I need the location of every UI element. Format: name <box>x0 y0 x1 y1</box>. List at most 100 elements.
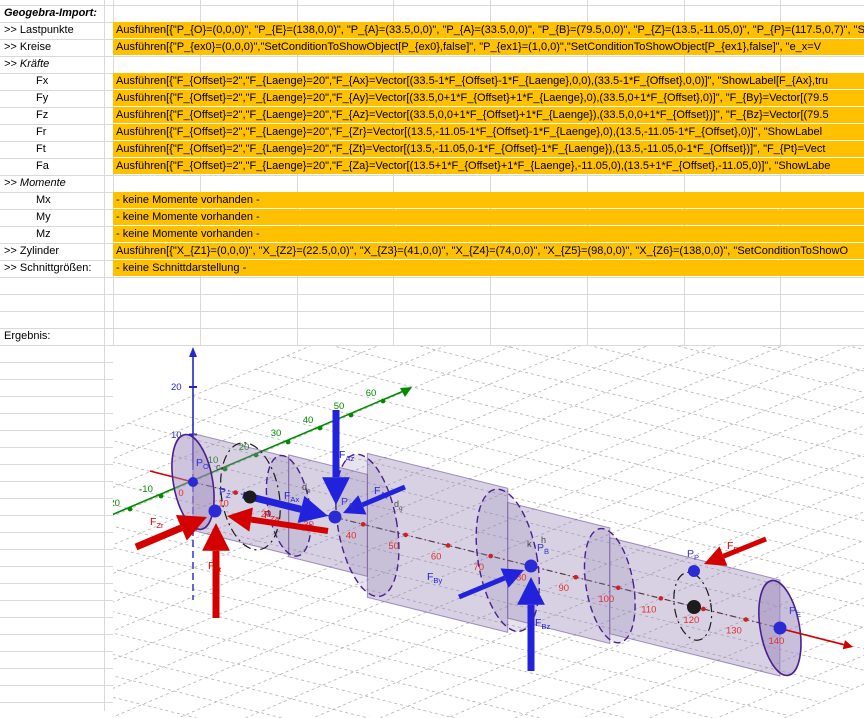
y-axis-tick <box>381 399 386 404</box>
y-axis-tick-label: -20 <box>113 498 120 509</box>
y-axis-tick <box>159 494 164 499</box>
row-value-9[interactable]: Ausführen[{"F_{Offset}=2","F_{Laenge}=20… <box>113 158 864 174</box>
z-axis-tick-label: 20 <box>171 382 182 393</box>
point-P_Z <box>209 505 222 518</box>
y-axis-tick-label: -10 <box>139 484 153 495</box>
row-gridline <box>0 515 113 516</box>
y-axis-tick <box>286 440 291 445</box>
row-value-6[interactable]: Ausführen[{"F_{Offset}=2","F_{Laenge}=20… <box>113 107 864 123</box>
row-gridline <box>0 447 113 448</box>
x-axis-tick <box>616 586 621 591</box>
object-label: k <box>527 539 532 549</box>
row-gridline <box>0 532 113 533</box>
row-gridline <box>0 651 113 652</box>
row-gridline <box>0 583 113 584</box>
x-axis-tick-label: 60 <box>431 551 442 562</box>
force-label-F_Zr: FZr <box>150 516 164 530</box>
row-label-1[interactable]: >> Lastpunkte <box>0 22 104 38</box>
y-axis-tick <box>128 507 133 512</box>
row-gridline <box>0 413 113 414</box>
grid-line <box>540 346 864 459</box>
row-gridline <box>0 294 864 295</box>
row-value-14[interactable]: Ausführen[{"X_{Z1}=(0,0,0)", "X_{Z2}=(22… <box>113 243 864 259</box>
x-axis-tick-label: 130 <box>726 626 742 637</box>
row-value-7[interactable]: Ausführen[{"F_{Offset}=2","F_{Laenge}=20… <box>113 124 864 140</box>
point-P_E <box>774 622 787 635</box>
x-axis-tick <box>446 543 451 548</box>
y-axis-tick-label: 30 <box>271 428 282 439</box>
row-label-3[interactable]: >> Kräfte <box>0 56 104 72</box>
row-gridline <box>0 702 113 703</box>
point-P_A <box>329 511 342 524</box>
y-axis-tick <box>349 413 354 418</box>
row-value-8[interactable]: Ausführen[{"F_{Offset}=2","F_{Laenge}=20… <box>113 141 864 157</box>
row-label-0[interactable]: Geogebra-Import: <box>0 5 104 21</box>
object-label: c <box>216 462 221 472</box>
row-gridline <box>0 634 113 635</box>
x-axis-tick-label: 50 <box>388 541 399 552</box>
row-label-15[interactable]: >> Schnittgrößen: <box>0 260 104 276</box>
row-gridline <box>0 328 864 329</box>
row-label-10[interactable]: >> Momente <box>0 175 104 191</box>
row-label-2[interactable]: >> Kreise <box>0 39 104 55</box>
spreadsheet-app: Geogebra-Import:>> Lastpunkte Ausführen[{… <box>0 0 864 718</box>
row-gridline <box>0 277 864 278</box>
x-axis-tick <box>233 490 238 495</box>
x-axis-tick <box>659 596 664 601</box>
row-value-12[interactable]: - keine Momente vorhanden - <box>113 209 864 225</box>
x-axis-tick-label: 140 <box>768 636 784 647</box>
row-label-14[interactable]: >> Zylinder <box>0 243 104 259</box>
row-gridline <box>0 379 113 380</box>
point-label-P_P: PP <box>687 548 699 562</box>
row-gridline <box>0 464 113 465</box>
row-value-5[interactable]: Ausführen[{"F_{Offset}=2","F_{Laenge}=20… <box>113 90 864 106</box>
point-P_P <box>688 565 700 577</box>
x-axis-tick-label: 40 <box>346 530 357 541</box>
x-axis-tick-label: 90 <box>558 583 569 594</box>
geogebra-3d-canvas: 102030405060-10-201020010203040506070809… <box>113 346 864 718</box>
x-axis-tick-label: 0 <box>178 488 183 499</box>
x-axis-tick <box>488 554 493 559</box>
row-gridline <box>0 617 113 618</box>
row-value-1[interactable]: Ausführen[{"P_{O}=(0,0,0)", "P_{E}=(138,… <box>113 22 864 38</box>
row-value-11[interactable]: - keine Momente vorhanden - <box>113 192 864 208</box>
row-gridline <box>0 175 864 176</box>
force-label-F_Az: FAz <box>339 449 354 463</box>
grid-line <box>477 346 864 486</box>
row-gridline <box>0 566 113 567</box>
row-value-4[interactable]: Ausführen[{"F_{Offset}=2","F_{Laenge}=20… <box>113 73 864 89</box>
row-value-13[interactable]: - keine Momente vorhanden - <box>113 226 864 242</box>
x-axis-tick <box>403 533 408 538</box>
x-axis-tick-label: 120 <box>683 615 699 626</box>
row-gridline <box>0 430 113 431</box>
x-axis-tick-label: 110 <box>641 604 656 615</box>
axis-point-black <box>244 491 257 504</box>
point-P_O <box>188 477 198 487</box>
row-gridline <box>0 668 113 669</box>
geogebra-3d-view: 102030405060-10-201020010203040506070809… <box>113 346 864 718</box>
row-gridline <box>0 481 113 482</box>
result-label[interactable]: Ergebnis: <box>0 328 104 344</box>
row-gridline <box>0 362 113 363</box>
row-gridline <box>0 549 113 550</box>
z-axis-arrowhead <box>189 347 197 357</box>
row-gridline <box>0 396 113 397</box>
row-value-15[interactable]: - keine Schnittdarstellung - <box>113 260 864 276</box>
force-label-F_Pt: FPt <box>727 540 741 554</box>
row-gridline <box>0 685 113 686</box>
grid-line <box>509 346 864 473</box>
row-gridline <box>0 311 864 312</box>
row-value-2[interactable]: Ausführen[{"P_{ex0}=(0,0,0)","SetConditi… <box>113 39 864 55</box>
axis-point-black <box>687 600 701 614</box>
x-axis-tick <box>744 617 749 622</box>
x-axis-arrow-head <box>843 640 853 649</box>
x-axis-tick <box>573 575 578 580</box>
point-P_B <box>525 560 538 573</box>
row-gridline <box>0 600 113 601</box>
row-gridline <box>0 56 864 57</box>
x-axis-tick <box>701 607 706 612</box>
y-axis-tick <box>318 426 323 431</box>
row-gridline <box>0 5 864 6</box>
x-axis-tick-label: 100 <box>598 594 614 605</box>
grid-line <box>445 346 864 500</box>
